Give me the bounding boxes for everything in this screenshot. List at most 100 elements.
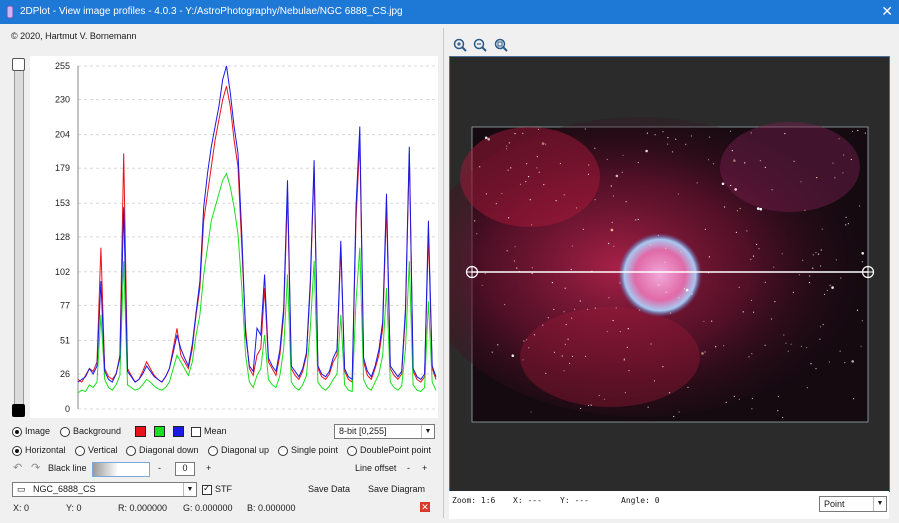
star bbox=[650, 343, 652, 345]
y-tick-label: 153 bbox=[55, 198, 70, 208]
star bbox=[750, 299, 753, 301]
star bbox=[522, 359, 524, 361]
save-data-button[interactable]: Save Data bbox=[308, 484, 350, 494]
star bbox=[832, 162, 834, 164]
clear-icon[interactable]: ✕ bbox=[420, 502, 430, 512]
crescent-nebula bbox=[618, 233, 702, 317]
star bbox=[667, 143, 669, 145]
star bbox=[704, 228, 706, 230]
star bbox=[853, 398, 855, 400]
star bbox=[514, 133, 516, 135]
star bbox=[861, 252, 864, 255]
star bbox=[800, 345, 802, 347]
star bbox=[647, 406, 649, 408]
star bbox=[812, 267, 814, 269]
star bbox=[738, 398, 740, 400]
radio-diagonal-down[interactable]: Diagonal down bbox=[126, 445, 199, 456]
star bbox=[669, 312, 672, 314]
zoom-in-icon[interactable] bbox=[453, 38, 467, 52]
star bbox=[764, 166, 766, 168]
star bbox=[845, 224, 847, 226]
black-line-minus[interactable]: - bbox=[158, 463, 161, 473]
slider-bottom-handle[interactable] bbox=[12, 404, 25, 417]
nebula-image[interactable] bbox=[420, 57, 889, 491]
star bbox=[531, 224, 533, 226]
star bbox=[506, 250, 508, 252]
star bbox=[812, 254, 814, 256]
star bbox=[835, 259, 837, 261]
mean-checkbox[interactable]: Mean bbox=[191, 426, 227, 437]
star bbox=[584, 355, 587, 357]
profile-start-handle[interactable] bbox=[465, 265, 479, 279]
star bbox=[555, 200, 557, 202]
radio-diagonal-up[interactable]: Diagonal up bbox=[208, 445, 269, 456]
green-channel-toggle[interactable] bbox=[154, 426, 165, 437]
chevron-down-icon: ▼ bbox=[183, 483, 196, 496]
star bbox=[723, 345, 725, 347]
radio-single-point[interactable]: Single point bbox=[278, 445, 338, 456]
star bbox=[777, 410, 779, 412]
line-offset-plus[interactable]: + bbox=[422, 463, 427, 473]
status-r: R: 0.000000 bbox=[118, 503, 168, 513]
radio-horizontal[interactable]: Horizontal bbox=[12, 445, 66, 456]
star bbox=[842, 172, 844, 174]
image-viewer[interactable] bbox=[420, 56, 890, 492]
star bbox=[516, 267, 518, 269]
star bbox=[664, 261, 666, 263]
black-line-gradient[interactable] bbox=[92, 462, 150, 477]
black-line-value[interactable]: 0 bbox=[175, 462, 195, 476]
image-select[interactable]: ▭ NGC_6888_CS ▼ bbox=[12, 482, 197, 497]
line-offset-minus[interactable]: - bbox=[407, 463, 410, 473]
star bbox=[526, 163, 528, 165]
red-channel-toggle[interactable] bbox=[135, 426, 146, 437]
zoom-fit-icon[interactable] bbox=[494, 38, 508, 52]
star bbox=[507, 169, 509, 171]
star bbox=[678, 297, 680, 299]
star bbox=[784, 133, 786, 135]
star bbox=[751, 408, 753, 410]
redo-icon[interactable]: ↷ bbox=[31, 461, 40, 474]
blue-channel-toggle[interactable] bbox=[173, 426, 184, 437]
star bbox=[734, 188, 737, 191]
star bbox=[752, 255, 755, 257]
star bbox=[538, 171, 540, 173]
mode-select[interactable]: Point ▼ bbox=[819, 496, 887, 512]
star bbox=[637, 161, 639, 164]
radio-doublepoint[interactable]: DoublePoint point bbox=[347, 445, 431, 456]
star bbox=[594, 307, 596, 309]
zoom-out-icon[interactable] bbox=[473, 38, 487, 52]
star bbox=[598, 394, 600, 397]
undo-icon[interactable]: ↶ bbox=[13, 461, 22, 474]
radio-background[interactable]: Background bbox=[60, 426, 121, 437]
radio-image[interactable]: Image bbox=[12, 426, 50, 437]
panel-divider[interactable] bbox=[443, 28, 444, 518]
save-diagram-button[interactable]: Save Diagram bbox=[368, 484, 425, 494]
star bbox=[522, 132, 524, 134]
nebula-cloud bbox=[520, 307, 700, 407]
chevron-down-icon: ▼ bbox=[421, 425, 434, 438]
close-icon[interactable]: ✕ bbox=[881, 3, 893, 19]
star bbox=[611, 221, 613, 223]
star bbox=[860, 345, 862, 347]
y-tick-label: 128 bbox=[55, 232, 70, 242]
star bbox=[746, 230, 748, 232]
black-line-plus[interactable]: + bbox=[206, 463, 211, 473]
y-tick-label: 102 bbox=[55, 267, 70, 277]
level-slider[interactable] bbox=[10, 56, 28, 418]
stf-checkbox[interactable]: STF bbox=[202, 483, 232, 495]
star bbox=[563, 194, 565, 196]
star bbox=[857, 129, 859, 132]
star bbox=[530, 411, 532, 413]
star bbox=[628, 370, 630, 372]
star bbox=[570, 268, 572, 271]
star bbox=[594, 147, 596, 149]
status-x: X: 0 bbox=[13, 503, 30, 513]
profile-end-handle[interactable] bbox=[861, 265, 875, 279]
star bbox=[541, 142, 545, 145]
star bbox=[511, 354, 515, 358]
star bbox=[764, 344, 766, 346]
star bbox=[528, 347, 530, 349]
slider-top-handle[interactable] bbox=[12, 58, 25, 71]
radio-vertical[interactable]: Vertical bbox=[75, 445, 118, 456]
bit-depth-select[interactable]: 8-bit [0,255] ▼ bbox=[334, 424, 435, 439]
